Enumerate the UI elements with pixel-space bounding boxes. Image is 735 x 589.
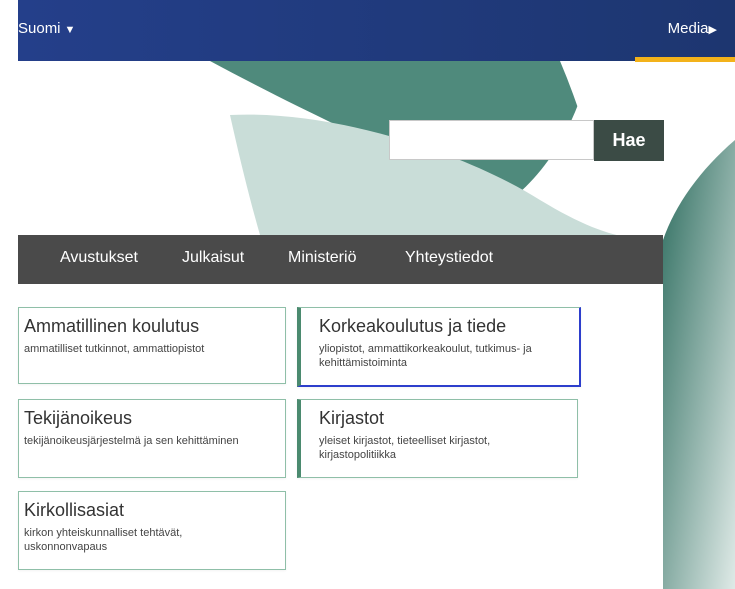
search-input[interactable] xyxy=(389,120,594,160)
card-description: kirkon yhteiskunnalliset tehtävät, uskon… xyxy=(24,527,183,553)
card-title: Ammatillinen koulutus xyxy=(24,316,200,336)
language-selector[interactable]: Suomi ▼ xyxy=(18,20,75,37)
nav-item-julkaisut[interactable]: Julkaisut xyxy=(182,249,244,267)
media-label: Media xyxy=(667,20,709,37)
top-header-bar: Suomi ▼ Media▶ xyxy=(18,0,735,62)
caret-right-icon: ▶ xyxy=(708,24,717,36)
card-ammatillinen-koulutus[interactable]: Ammatillinen koulutus ammatilliset tutki… xyxy=(18,307,286,384)
card-description: tekijänoikeusjärjestelmä ja sen kehittäm… xyxy=(24,435,239,447)
nav-item-ministerio[interactable]: Ministeriö xyxy=(288,249,356,267)
card-description: yleiset kirjastot, tieteelliset kirjasto… xyxy=(319,435,491,461)
card-title: Tekijänoikeus xyxy=(24,408,133,428)
card-description: yliopistot, ammattikorkeakoulut, tutkimu… xyxy=(319,343,532,369)
card-korkeakoulutus-ja-tiede[interactable]: Korkeakoulutus ja tiede yliopistot, amma… xyxy=(297,307,581,387)
media-link[interactable]: Media▶ xyxy=(668,20,717,37)
card-title: Korkeakoulutus ja tiede xyxy=(319,316,507,336)
card-title: Kirjastot xyxy=(319,408,385,428)
card-kirkollisasiat[interactable]: Kirkollisasiat kirkon yhteiskunnalliset … xyxy=(18,491,286,570)
main-navigation: Avustukset Julkaisut Ministeriö Yhteysti… xyxy=(18,235,663,284)
card-tekijanoikeus[interactable]: Tekijänoikeus tekijänoikeusjärjestelmä j… xyxy=(18,399,286,478)
card-title: Kirkollisasiat xyxy=(24,500,125,520)
search-button[interactable]: Hae xyxy=(594,120,664,161)
card-kirjastot[interactable]: Kirjastot yleiset kirjastot, tieteellise… xyxy=(297,399,578,478)
nav-item-yhteystiedot[interactable]: Yhteystiedot xyxy=(405,249,493,267)
card-description: ammatilliset tutkinnot, ammattiopistot xyxy=(24,343,205,355)
caret-down-icon: ▼ xyxy=(64,24,76,36)
nav-item-avustukset[interactable]: Avustukset xyxy=(60,249,138,267)
active-tab-indicator xyxy=(635,57,735,62)
language-label: Suomi xyxy=(18,20,61,37)
